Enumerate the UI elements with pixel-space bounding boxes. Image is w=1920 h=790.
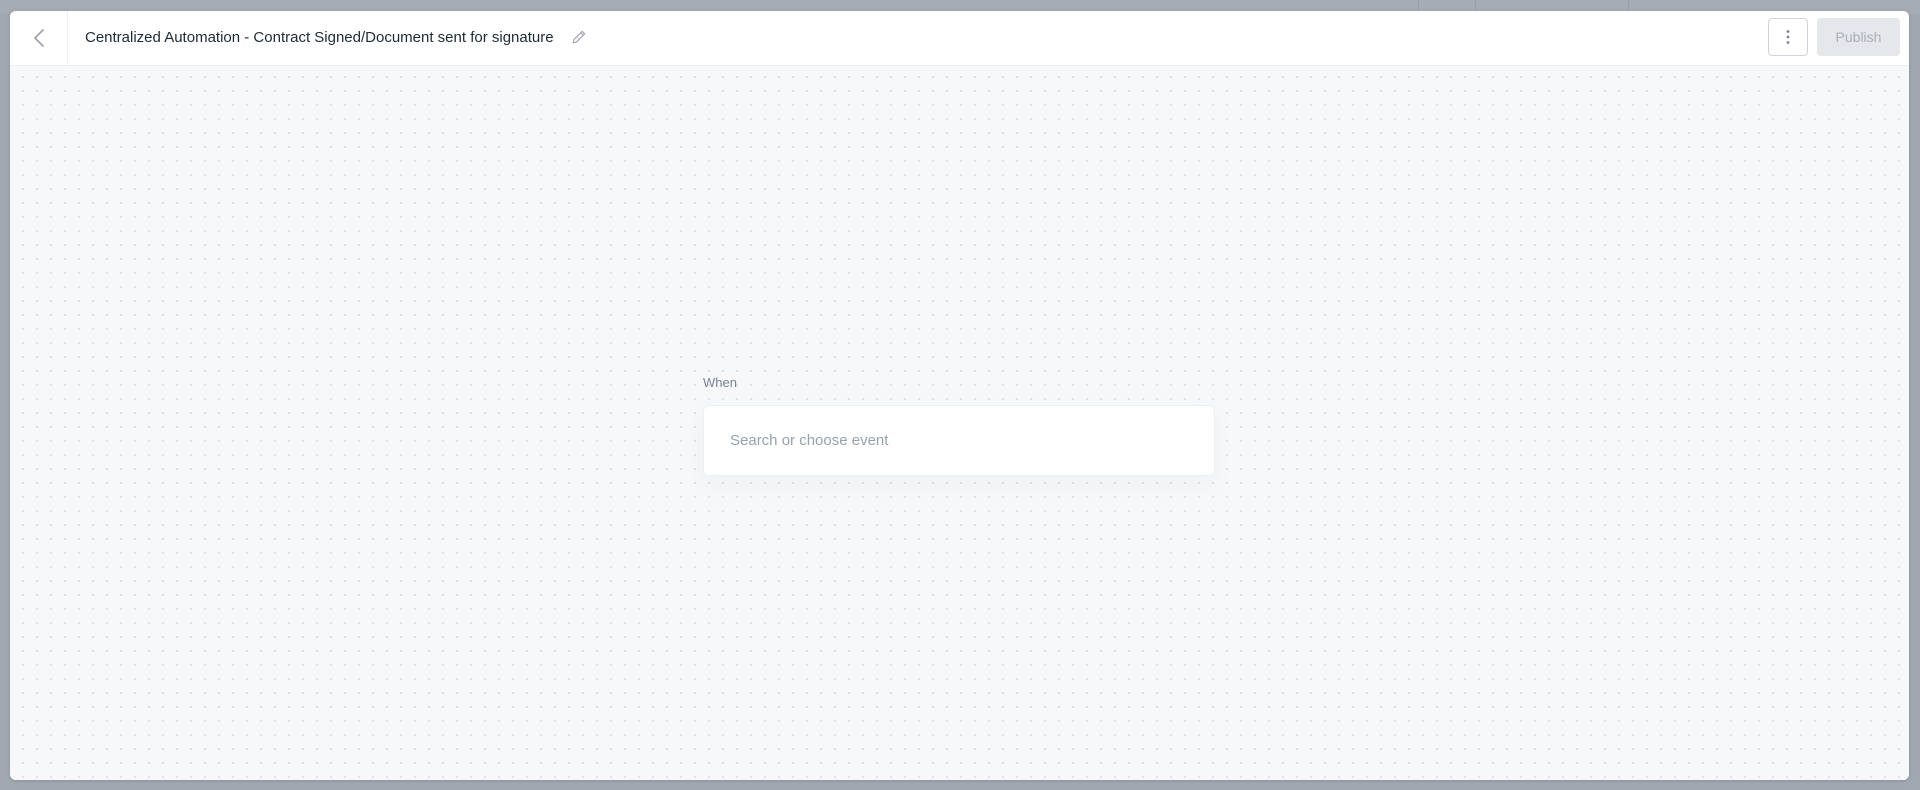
chevron-left-icon [33,29,44,47]
back-button[interactable] [10,11,68,65]
editor-header: Centralized Automation - Contract Signed… [10,11,1909,66]
automation-editor-modal: Centralized Automation - Contract Signed… [10,11,1909,780]
more-vertical-icon [1786,30,1790,44]
page-title: Centralized Automation - Contract Signed… [85,29,554,46]
trigger-when-label: When [703,375,737,390]
more-options-button[interactable] [1768,18,1808,56]
event-search-input[interactable] [703,405,1215,476]
publish-button[interactable]: Publish [1817,18,1900,56]
workflow-canvas[interactable]: When [10,66,1909,780]
pencil-icon[interactable] [571,29,587,45]
